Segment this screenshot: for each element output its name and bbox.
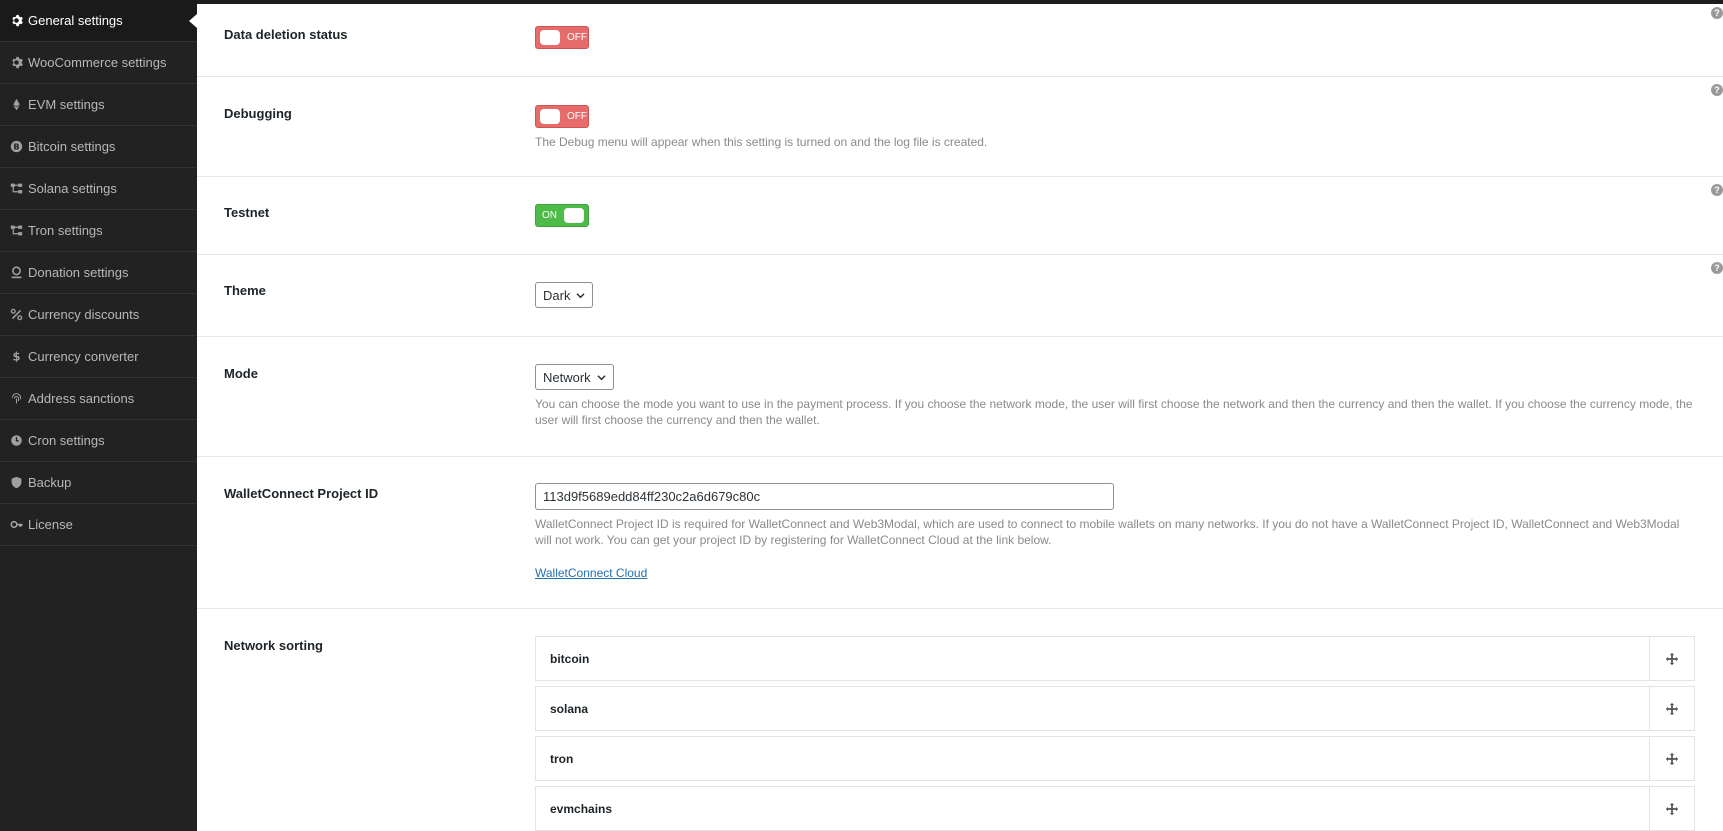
drag-handle-icon[interactable] [1649, 787, 1694, 830]
sidebar-item-currency-discounts[interactable]: Currency discounts [0, 294, 197, 336]
sidebar-item-evm-settings[interactable]: EVM settings [0, 84, 197, 126]
theme-select-value: Dark [543, 287, 571, 303]
svg-text:B: B [13, 141, 19, 151]
theme-select[interactable]: Dark [535, 282, 594, 308]
network-sort-list: bitcoin solana tron evmchains [535, 636, 1695, 831]
setting-network-sorting: Network sorting bitcoin solana tron evmc… [197, 609, 1723, 831]
sidebar-item-tron-settings[interactable]: Tron settings [0, 210, 197, 252]
settings-panel: Data deletion status OFF ? Debugging OFF… [197, 0, 1723, 831]
sidebar-item-donation-settings[interactable]: Donation settings [0, 252, 197, 294]
help-icon[interactable]: ? [1711, 184, 1723, 196]
mode-select-value: Network [543, 369, 591, 385]
sidebar: General settings WooCommerce settings EV… [0, 0, 197, 831]
network-sort-item-tron[interactable]: tron [535, 736, 1695, 781]
setting-label: Debugging [224, 106, 292, 121]
percent-icon [9, 308, 23, 322]
setting-label: Mode [224, 366, 258, 381]
svg-text:$: $ [12, 350, 20, 363]
fingerprint-icon [9, 392, 23, 406]
network-sort-item-solana[interactable]: solana [535, 686, 1695, 731]
walletconnect-project-id-input[interactable] [535, 483, 1114, 510]
sidebar-item-woocommerce-settings[interactable]: WooCommerce settings [0, 42, 197, 84]
network-icon [9, 224, 23, 238]
ethereum-icon [9, 98, 23, 112]
donation-icon [9, 266, 23, 280]
help-icon[interactable]: ? [1711, 84, 1723, 96]
toggle-state: ON [542, 210, 557, 221]
debugging-toggle[interactable]: OFF [535, 105, 589, 128]
key-icon [9, 518, 23, 532]
drag-handle-icon[interactable] [1649, 687, 1694, 730]
sidebar-item-label: EVM settings [28, 97, 105, 112]
network-name: evmchains [550, 802, 613, 816]
sidebar-item-bitcoin-settings[interactable]: B Bitcoin settings [0, 126, 197, 168]
sidebar-item-label: License [28, 517, 73, 532]
sidebar-item-label: Currency converter [28, 349, 139, 364]
network-sort-item-evmchains[interactable]: evmchains [535, 786, 1695, 831]
clock-icon [9, 434, 23, 448]
mode-select[interactable]: Network [535, 364, 614, 390]
network-name: tron [550, 752, 574, 766]
setting-testnet: Testnet ON ? [197, 177, 1723, 255]
network-name: bitcoin [550, 652, 590, 666]
sidebar-item-general-settings[interactable]: General settings [0, 0, 197, 42]
sidebar-item-solana-settings[interactable]: Solana settings [0, 168, 197, 210]
bitcoin-icon: B [9, 140, 23, 154]
toggle-state: OFF [567, 32, 587, 43]
sidebar-item-label: Currency discounts [28, 307, 140, 322]
sidebar-item-license[interactable]: License [0, 504, 197, 546]
app-root: General settings WooCommerce settings EV… [0, 0, 1723, 831]
setting-label: WalletConnect Project ID [224, 486, 379, 501]
toggle-state: OFF [567, 111, 587, 122]
data-deletion-toggle[interactable]: OFF [535, 26, 589, 49]
setting-data-deletion-status: Data deletion status OFF ? [197, 4, 1723, 77]
sidebar-item-backup[interactable]: Backup [0, 462, 197, 504]
gear-icon [9, 14, 23, 28]
toggle-knob [540, 109, 560, 124]
setting-label: Data deletion status [224, 27, 348, 42]
testnet-toggle[interactable]: ON [535, 204, 589, 227]
sidebar-item-label: Tron settings [28, 223, 103, 238]
network-name: solana [550, 702, 589, 716]
toggle-knob [540, 30, 560, 45]
sidebar-item-cron-settings[interactable]: Cron settings [0, 420, 197, 462]
sidebar-item-label: WooCommerce settings [28, 55, 167, 70]
chevron-down-icon [597, 374, 606, 380]
help-icon[interactable]: ? [1711, 7, 1723, 19]
toggle-knob [564, 208, 584, 223]
setting-walletconnect-project-id: WalletConnect Project ID WalletConnect P… [197, 457, 1723, 609]
network-sort-item-bitcoin[interactable]: bitcoin [535, 636, 1695, 681]
sidebar-item-address-sanctions[interactable]: Address sanctions [0, 378, 197, 420]
network-icon [9, 182, 23, 196]
help-icon[interactable]: ? [1711, 262, 1723, 274]
setting-description: The Debug menu will appear when this set… [535, 135, 988, 149]
gear-icon [9, 56, 23, 70]
setting-mode: Mode Network You can choose the mode you… [197, 337, 1723, 457]
drag-handle-icon[interactable] [1649, 737, 1694, 780]
sidebar-item-label: Cron settings [28, 433, 105, 448]
shield-icon [9, 476, 23, 490]
chevron-down-icon [576, 292, 586, 298]
setting-label: Theme [224, 283, 266, 298]
sidebar-item-label: Solana settings [28, 181, 117, 196]
sidebar-item-label: Backup [28, 475, 72, 490]
sidebar-item-label: Bitcoin settings [28, 139, 116, 154]
drag-handle-icon[interactable] [1649, 637, 1694, 680]
setting-label: Testnet [224, 205, 270, 220]
setting-label: Network sorting [224, 638, 323, 653]
setting-debugging: Debugging OFF The Debug menu will appear… [197, 77, 1723, 177]
sidebar-item-label: Donation settings [28, 265, 129, 280]
setting-description: You can choose the mode you want to use … [535, 397, 1693, 427]
sidebar-item-label: Address sanctions [28, 391, 135, 406]
sidebar-item-label: General settings [28, 13, 123, 28]
dollar-icon: $ [9, 350, 23, 364]
sidebar-item-currency-converter[interactable]: $ Currency converter [0, 336, 197, 378]
walletconnect-cloud-link[interactable]: WalletConnect Cloud [535, 566, 647, 580]
setting-description: WalletConnect Project ID is required for… [535, 517, 1680, 547]
setting-theme: Theme Dark ? [197, 255, 1723, 337]
